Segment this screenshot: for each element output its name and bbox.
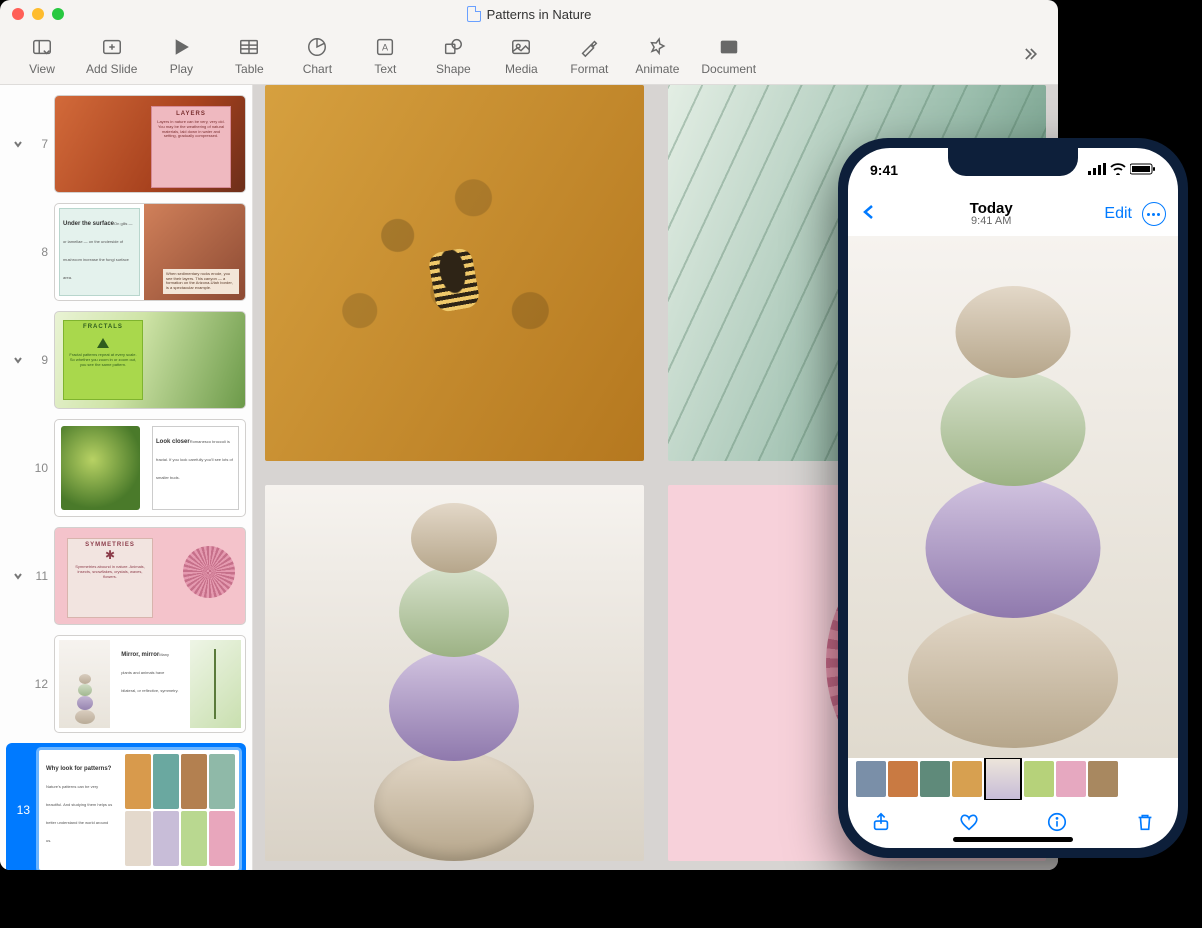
format-label: Format bbox=[570, 62, 608, 76]
media-label: Media bbox=[505, 62, 538, 76]
notch bbox=[948, 148, 1078, 176]
main-toolbar: View Add Slide Play Table Chart A Text bbox=[0, 28, 1058, 85]
back-button[interactable] bbox=[860, 203, 878, 226]
chart-button[interactable]: Chart bbox=[293, 36, 341, 76]
thumb-heading: FRACTALS bbox=[83, 324, 123, 330]
play-icon bbox=[170, 36, 192, 58]
thumb-heading: LAYERS bbox=[176, 111, 206, 117]
slide-thumbnail-11[interactable]: 11 SYMMETRIES✱Symmetries abound in natur… bbox=[6, 527, 246, 625]
svg-text:A: A bbox=[382, 43, 389, 53]
view-label: View bbox=[29, 62, 55, 76]
status-time: 9:41 bbox=[870, 162, 898, 178]
share-button[interactable] bbox=[870, 811, 892, 838]
wifi-icon bbox=[1110, 162, 1126, 178]
animate-label: Animate bbox=[635, 62, 679, 76]
iphone-screen: 9:41 Today 9:41 AM Edit bbox=[848, 148, 1178, 848]
text-label: Text bbox=[374, 62, 396, 76]
media-button[interactable]: Media bbox=[497, 36, 545, 76]
close-window-button[interactable] bbox=[12, 8, 24, 20]
chevron-down-icon[interactable] bbox=[12, 570, 24, 582]
media-icon bbox=[510, 36, 532, 58]
photo-viewer[interactable] bbox=[848, 236, 1178, 758]
slide-number: 7 bbox=[30, 137, 48, 151]
slide-thumbnail-12[interactable]: 12 Mirror, mirrorMany plants and animals… bbox=[6, 635, 246, 733]
text-icon: A bbox=[374, 36, 396, 58]
cellular-icon bbox=[1088, 162, 1106, 178]
table-label: Table bbox=[235, 62, 264, 76]
thumb-heading: Mirror, mirror bbox=[121, 652, 159, 658]
chart-label: Chart bbox=[303, 62, 332, 76]
slide-image-honeycomb[interactable] bbox=[265, 85, 644, 461]
play-label: Play bbox=[170, 62, 193, 76]
edit-button[interactable]: Edit bbox=[1104, 205, 1132, 223]
photo-thumbnail-strip[interactable] bbox=[848, 758, 1178, 800]
add-slide-icon bbox=[101, 36, 123, 58]
document-button[interactable]: Document bbox=[701, 36, 756, 76]
more-options-button[interactable] bbox=[1142, 202, 1166, 226]
slide-number: 12 bbox=[30, 677, 48, 691]
document-icon bbox=[718, 36, 740, 58]
view-icon bbox=[31, 36, 53, 58]
slide-navigator[interactable]: 7 LAYERSLayers in nature can be very, ve… bbox=[0, 85, 253, 870]
slide-thumbnail-8[interactable]: 8 Under the surfaceOn gills — or lamella… bbox=[6, 203, 246, 301]
format-icon bbox=[578, 36, 600, 58]
shape-label: Shape bbox=[436, 62, 471, 76]
slide-number: 8 bbox=[30, 245, 48, 259]
slide-thumbnail-13[interactable]: 13 Why look for patterns?Nature's patter… bbox=[6, 743, 246, 870]
chevron-down-icon[interactable] bbox=[12, 138, 24, 150]
home-indicator[interactable] bbox=[953, 837, 1073, 842]
slide-image-sea-urchins[interactable] bbox=[265, 485, 644, 861]
shape-button[interactable]: Shape bbox=[429, 36, 477, 76]
info-button[interactable] bbox=[1046, 811, 1068, 838]
photos-subtitle: 9:41 AM bbox=[970, 216, 1013, 227]
window-controls bbox=[12, 8, 64, 20]
shape-icon bbox=[442, 36, 464, 58]
thumb-heading: Under the surface bbox=[63, 221, 114, 227]
battery-icon bbox=[1130, 162, 1156, 178]
slide-thumbnail-10[interactable]: 10 Look closerRomanesco broccoli is frac… bbox=[6, 419, 246, 517]
photos-nav-bar: Today 9:41 AM Edit bbox=[848, 192, 1178, 236]
table-button[interactable]: Table bbox=[225, 36, 273, 76]
chevron-down-icon[interactable] bbox=[12, 354, 24, 366]
window-title: Patterns in Nature bbox=[487, 7, 592, 22]
slide-thumbnail-7[interactable]: 7 LAYERSLayers in nature can be very, ve… bbox=[6, 95, 246, 193]
delete-button[interactable] bbox=[1134, 811, 1156, 838]
slide-number: 13 bbox=[12, 803, 30, 817]
slide-number: 9 bbox=[30, 353, 48, 367]
document-icon bbox=[467, 6, 481, 22]
chart-icon bbox=[306, 36, 328, 58]
zoom-window-button[interactable] bbox=[52, 8, 64, 20]
toolbar-overflow-button[interactable] bbox=[1020, 44, 1040, 69]
play-button[interactable]: Play bbox=[157, 36, 205, 76]
thumb-heading: Look closer bbox=[156, 439, 190, 445]
add-slide-button[interactable]: Add Slide bbox=[86, 36, 137, 76]
table-icon bbox=[238, 36, 260, 58]
view-button[interactable]: View bbox=[18, 36, 66, 76]
slide-number: 10 bbox=[30, 461, 48, 475]
thumb-heading: Why look for patterns? bbox=[46, 766, 111, 772]
format-button[interactable]: Format bbox=[565, 36, 613, 76]
animate-icon bbox=[646, 36, 668, 58]
animate-button[interactable]: Animate bbox=[633, 36, 681, 76]
add-slide-label: Add Slide bbox=[86, 62, 137, 76]
text-button[interactable]: A Text bbox=[361, 36, 409, 76]
titlebar: Patterns in Nature bbox=[0, 0, 1058, 28]
favorite-button[interactable] bbox=[958, 811, 980, 838]
minimize-window-button[interactable] bbox=[32, 8, 44, 20]
slide-thumbnail-9[interactable]: 9 FRACTALSFractal patterns repeat at eve… bbox=[6, 311, 246, 409]
iphone-device: 9:41 Today 9:41 AM Edit bbox=[838, 138, 1188, 858]
document-label: Document bbox=[701, 62, 756, 76]
slide-number: 11 bbox=[30, 569, 48, 583]
